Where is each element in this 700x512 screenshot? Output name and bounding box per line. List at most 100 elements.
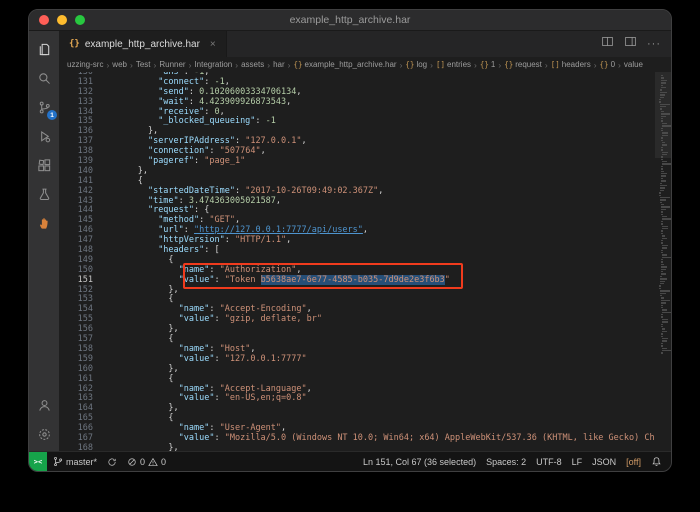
minimap-line	[661, 211, 664, 212]
minimap-line	[661, 206, 670, 207]
split-editor-icon[interactable]	[601, 35, 614, 53]
breadcrumb-item[interactable]: › {} example_http_archive.har	[285, 60, 397, 70]
breadcrumb-item[interactable]: uzzing-src	[67, 60, 103, 69]
testing-beaker-icon[interactable]	[34, 184, 54, 204]
cursor-position[interactable]: Ln 151, Col 67 (36 selected)	[358, 457, 481, 467]
breadcrumb-item[interactable]: › [] entries	[427, 60, 471, 70]
minimap-line	[661, 271, 664, 272]
close-tab-icon[interactable]: ×	[210, 39, 216, 50]
breadcrumb-item[interactable]: › assets	[232, 60, 264, 70]
extensions-icon[interactable]	[34, 155, 54, 175]
minimap-line	[662, 328, 665, 329]
indent-setting[interactable]: Spaces: 2	[481, 457, 531, 467]
breadcrumb-label: assets	[241, 60, 264, 69]
symbol-icon: []	[436, 60, 445, 69]
problems-status[interactable]: 0 0	[122, 452, 171, 471]
minimap-line	[662, 321, 668, 322]
minimap-line	[660, 89, 662, 90]
breadcrumb-label: har	[273, 60, 285, 69]
minimap-line	[659, 285, 661, 286]
close-window-button[interactable]	[39, 15, 49, 25]
breadcrumb-item[interactable]: › value	[615, 60, 643, 70]
breadcrumb-item[interactable]: › web	[103, 60, 127, 70]
breadcrumb-item[interactable]: › Test	[127, 60, 151, 70]
minimap-line	[661, 180, 666, 181]
language-mode[interactable]: JSON	[587, 457, 621, 467]
mode-indicator[interactable]: [off]	[621, 457, 646, 467]
sync-status[interactable]	[102, 452, 122, 471]
minimap-line	[660, 97, 664, 98]
search-icon[interactable]	[34, 68, 54, 88]
title-bar[interactable]: example_http_archive.har	[29, 10, 671, 31]
breadcrumb-item[interactable]: › [] headers	[542, 60, 591, 70]
minimap-line	[660, 295, 663, 296]
minimap-line	[660, 293, 666, 294]
eol-setting[interactable]: LF	[567, 457, 588, 467]
minimap-line	[662, 152, 668, 153]
breadcrumb-separator: ›	[594, 60, 597, 70]
minimap-line	[661, 168, 663, 169]
zoom-window-button[interactable]	[75, 15, 85, 25]
source-control-icon[interactable]: 1	[34, 97, 54, 117]
minimap-line	[659, 101, 661, 102]
breadcrumb-item[interactable]: › {} 1	[471, 60, 495, 70]
breadcrumb-item[interactable]: › {} 0	[591, 60, 615, 70]
minimap-line	[662, 163, 671, 164]
breadcrumb-separator: ›	[430, 60, 433, 70]
minimap[interactable]	[655, 72, 671, 451]
breadcrumb-separator: ›	[235, 60, 238, 70]
code-line[interactable]: 168 },	[59, 444, 655, 451]
breadcrumb-item[interactable]: › {} log	[397, 60, 428, 70]
breadcrumb-item[interactable]: › har	[264, 60, 284, 70]
branch-status[interactable]: master*	[47, 452, 102, 471]
minimap-line	[662, 257, 671, 258]
minimap-line	[661, 240, 663, 241]
minimize-window-button[interactable]	[57, 15, 67, 25]
breadcrumb-label: Integration	[194, 60, 232, 69]
minimap-line	[661, 120, 663, 121]
breadcrumb-item[interactable]: › {} request	[495, 60, 542, 70]
accounts-icon[interactable]	[34, 395, 54, 415]
toggle-layout-icon[interactable]	[624, 35, 637, 53]
minimap-line	[662, 319, 668, 320]
line-number[interactable]: 168	[59, 444, 101, 451]
minimap-line	[661, 156, 663, 157]
symbol-icon: {}	[405, 60, 414, 69]
minimap-line	[661, 128, 663, 129]
minimap-line	[660, 199, 666, 200]
remote-indicator[interactable]: ><	[29, 452, 47, 471]
settings-gear-icon[interactable]	[34, 424, 54, 444]
run-debug-icon[interactable]	[34, 126, 54, 146]
minimap-line	[662, 247, 668, 248]
breadcrumb-separator: ›	[288, 60, 291, 70]
notifications-bell[interactable]	[646, 456, 667, 467]
minimap-line	[661, 140, 663, 141]
minimap-line	[660, 183, 662, 184]
minimap-line	[661, 147, 663, 148]
minimap-line	[661, 173, 667, 174]
minimap-line	[661, 77, 664, 78]
minimap-line	[661, 230, 663, 231]
breadcrumb-item[interactable]: › Runner	[151, 60, 186, 70]
editor-actions: ···	[601, 31, 671, 57]
hand-extension-icon[interactable]	[34, 213, 54, 233]
breadcrumb-label: value	[624, 60, 643, 69]
breadcrumb-item[interactable]: › Integration	[186, 60, 233, 70]
symbol-icon: {}	[480, 60, 489, 69]
minimap-line	[662, 142, 665, 143]
minimap-line	[661, 175, 667, 176]
encoding-setting[interactable]: UTF-8	[531, 457, 567, 467]
explorer-icon[interactable]	[34, 39, 54, 59]
minimap-line	[662, 135, 668, 136]
code-line[interactable]: 139 "pageref": "page_1"	[59, 157, 655, 167]
minimap-line	[662, 123, 667, 124]
minimap-line	[661, 87, 666, 88]
more-actions-button[interactable]: ···	[647, 38, 661, 50]
tab-example-http-archive[interactable]: {} example_http_archive.har ×	[59, 31, 227, 57]
breadcrumb-separator: ›	[498, 60, 501, 70]
editor[interactable]: 130 "dns": -1,131 "connect": -1,132 "sen…	[59, 72, 671, 451]
minimap-line	[661, 326, 663, 327]
branch-icon	[52, 456, 63, 467]
minimap-line	[661, 242, 663, 243]
code-line[interactable]: 140 },	[59, 167, 655, 177]
